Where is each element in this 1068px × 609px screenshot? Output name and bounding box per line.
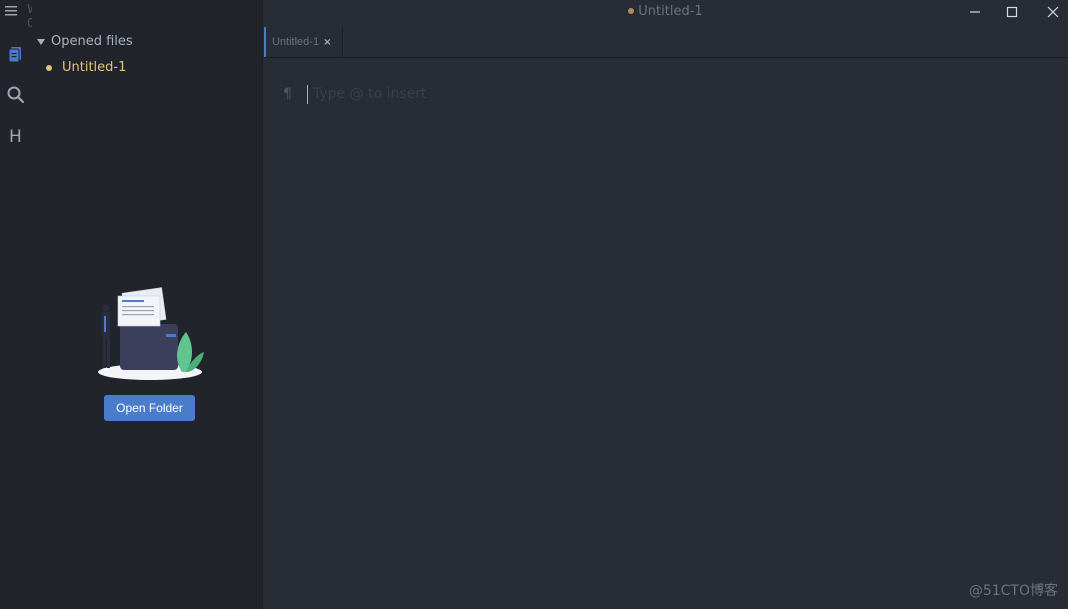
paragraph-icon[interactable]: ¶ xyxy=(283,86,292,102)
tab-label: Untitled-1 xyxy=(272,36,320,48)
editor-placeholder: Type @ to insert xyxy=(313,86,427,102)
tab-untitled-1[interactable]: Untitled-1 × xyxy=(264,27,343,57)
chevron-down-icon xyxy=(37,38,45,45)
svg-text:H: H xyxy=(9,127,22,146)
file-name: Untitled-1 xyxy=(62,60,127,75)
unsaved-dot-icon xyxy=(46,64,52,71)
app-window: W 0 H Opened files Untitled-1 xyxy=(0,0,1068,609)
text-cursor xyxy=(307,85,308,104)
editor[interactable]: ¶ Type @ to insert xyxy=(263,58,1068,609)
maximize-icon[interactable] xyxy=(1004,4,1020,20)
hamburger-icon[interactable] xyxy=(4,3,20,19)
sidebar: Opened files Untitled-1 Open Folder xyxy=(32,0,263,609)
title-bar: Untitled-1 xyxy=(263,0,1068,26)
close-icon[interactable] xyxy=(1045,4,1061,20)
window-title: Untitled-1 xyxy=(263,4,1068,19)
files-icon[interactable] xyxy=(6,44,26,64)
tab-bar: Untitled-1 × xyxy=(263,27,1068,58)
unsaved-dot-icon xyxy=(628,7,635,14)
file-item-untitled-1[interactable]: Untitled-1 xyxy=(46,60,126,75)
tab-close-icon[interactable]: × xyxy=(323,37,331,48)
empty-folder-illustration xyxy=(98,287,204,380)
section-title: Opened files xyxy=(51,34,133,49)
activity-bar: W 0 H xyxy=(0,0,39,609)
heading-icon[interactable]: H xyxy=(6,126,26,146)
open-folder-button[interactable]: Open Folder xyxy=(104,395,195,421)
window-title-text: Untitled-1 xyxy=(638,4,703,19)
minimize-icon[interactable] xyxy=(967,4,983,20)
watermark: @51CTO博客 xyxy=(968,583,1058,599)
opened-files-header[interactable]: Opened files xyxy=(37,34,133,49)
search-icon[interactable] xyxy=(6,85,26,105)
